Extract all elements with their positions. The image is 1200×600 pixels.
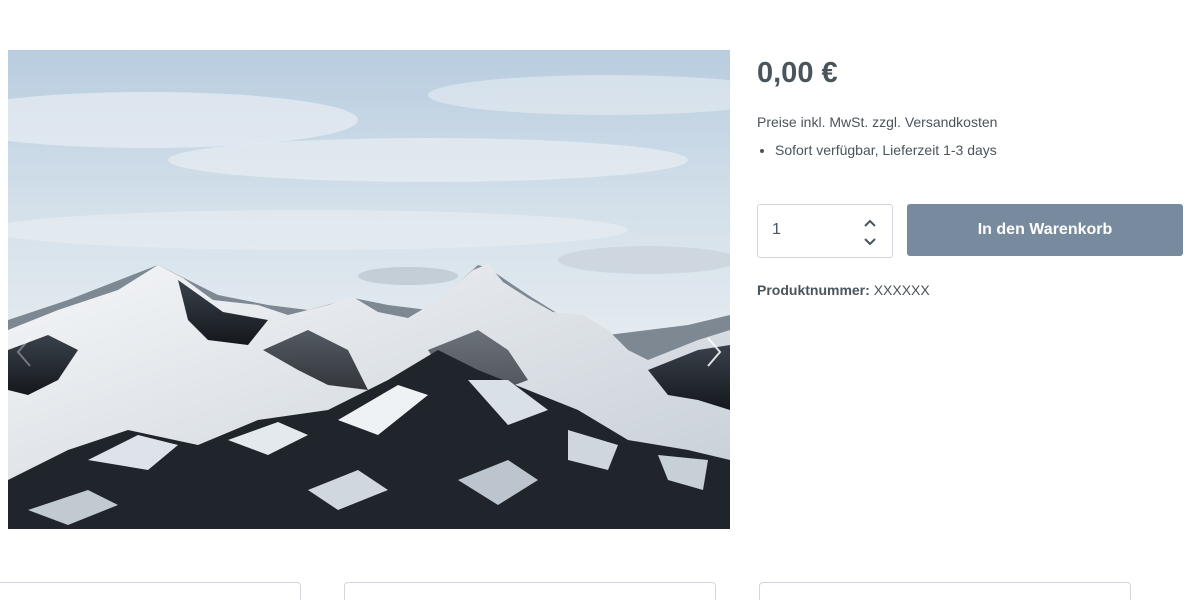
- gallery-prev-button[interactable]: [12, 332, 36, 372]
- quantity-decrease-button[interactable]: [862, 235, 878, 249]
- add-to-cart-button[interactable]: In den Warenkorb: [907, 204, 1183, 256]
- tax-note: Preise inkl. MwSt. zzgl. Versandkosten: [757, 114, 998, 130]
- product-image: [8, 50, 730, 529]
- delivery-info-item: Sofort verfügbar, Lieferzeit 1-3 days: [775, 140, 1187, 160]
- product-detail-page: 0,00 € Preise inkl. MwSt. zzgl. Versandk…: [0, 0, 1200, 600]
- product-image-gallery[interactable]: [8, 50, 730, 529]
- buy-box: 0,00 € Preise inkl. MwSt. zzgl. Versandk…: [757, 50, 1187, 298]
- info-card: [0, 582, 301, 600]
- product-price: 0,00 €: [757, 57, 838, 89]
- chevron-right-icon: [707, 337, 722, 367]
- product-number-value: XXXXXX: [873, 282, 930, 298]
- delivery-info-list: Sofort verfügbar, Lieferzeit 1-3 days: [757, 140, 1187, 160]
- gallery-next-button[interactable]: [702, 332, 726, 372]
- product-number: Produktnummer: XXXXXX: [757, 282, 930, 298]
- chevron-up-icon: [864, 219, 876, 227]
- product-number-label: Produktnummer:: [757, 282, 870, 298]
- buy-form: 1 In den Warenkorb: [757, 204, 1187, 260]
- quantity-stepper[interactable]: 1: [757, 204, 893, 258]
- info-card: [344, 582, 716, 600]
- quantity-value[interactable]: 1: [772, 221, 781, 239]
- chevron-down-icon: [864, 238, 876, 246]
- quantity-increase-button[interactable]: [862, 216, 878, 230]
- info-card: [759, 582, 1131, 600]
- chevron-left-icon: [16, 337, 31, 367]
